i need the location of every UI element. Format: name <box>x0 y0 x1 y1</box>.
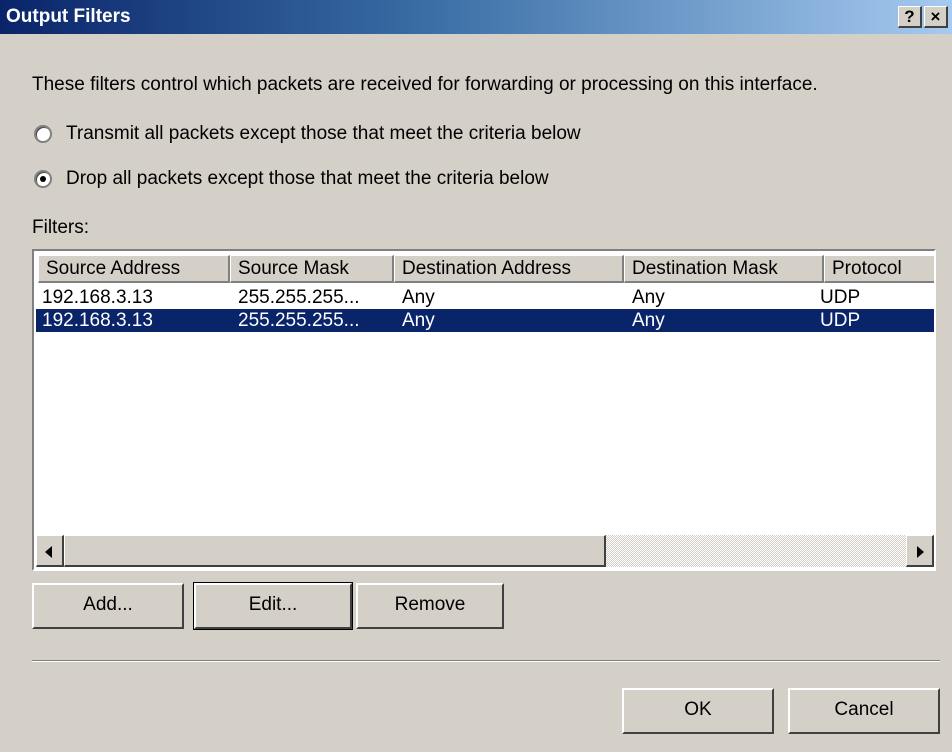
column-header-destination-address[interactable]: Destination Address <box>394 255 624 283</box>
arrow-left-icon <box>45 546 52 558</box>
cell-destination-mask: Any <box>632 287 665 308</box>
title-bar: Output Filters ? × <box>0 0 952 34</box>
radio-selected-dot <box>40 176 46 182</box>
help-button[interactable]: ? <box>898 6 922 28</box>
description-text: These filters control which packets are … <box>32 74 818 95</box>
table-row[interactable]: 192.168.3.13 255.255.255... Any Any UDP <box>36 286 934 309</box>
cell-source-address: 192.168.3.13 <box>42 310 153 331</box>
close-button[interactable]: × <box>924 6 948 28</box>
cell-destination-mask: Any <box>632 310 665 331</box>
radio-transmit-all[interactable] <box>34 125 52 143</box>
cell-protocol: UDP <box>820 287 861 308</box>
column-header-source-address[interactable]: Source Address <box>38 255 230 283</box>
cell-destination-address: Any <box>402 287 435 308</box>
filters-label: Filters: <box>32 217 89 238</box>
cell-destination-address: Any <box>402 310 435 331</box>
table-row-selected[interactable]: 192.168.3.13 255.255.255... Any Any UDP <box>36 309 934 332</box>
scroll-track[interactable] <box>606 535 906 567</box>
radio-drop-all-label[interactable]: Drop all packets except those that meet … <box>66 168 549 190</box>
radio-drop-all[interactable] <box>34 170 52 188</box>
horizontal-scrollbar[interactable] <box>36 535 934 567</box>
add-button[interactable]: Add... <box>32 583 184 629</box>
filters-list[interactable]: Source Address Source Mask Destination A… <box>32 249 936 571</box>
column-header-destination-mask[interactable]: Destination Mask <box>624 255 824 283</box>
edit-button[interactable]: Edit... <box>193 582 353 630</box>
scroll-thumb[interactable] <box>64 535 606 567</box>
remove-button[interactable]: Remove <box>356 583 504 629</box>
column-header-source-mask[interactable]: Source Mask <box>230 255 394 283</box>
ok-button[interactable]: OK <box>622 688 774 734</box>
scroll-left-button[interactable] <box>36 535 64 567</box>
scroll-right-button[interactable] <box>906 535 934 567</box>
column-header-protocol[interactable]: Protocol <box>824 255 934 283</box>
window-title: Output Filters <box>6 6 131 27</box>
separator-highlight <box>32 661 940 662</box>
cancel-button[interactable]: Cancel <box>788 688 940 734</box>
cell-source-mask: 255.255.255... <box>238 287 360 308</box>
cell-source-address: 192.168.3.13 <box>42 287 153 308</box>
radio-transmit-all-label[interactable]: Transmit all packets except those that m… <box>66 123 581 145</box>
cell-protocol: UDP <box>820 310 861 331</box>
arrow-right-icon <box>917 546 924 558</box>
cell-source-mask: 255.255.255... <box>238 310 360 331</box>
